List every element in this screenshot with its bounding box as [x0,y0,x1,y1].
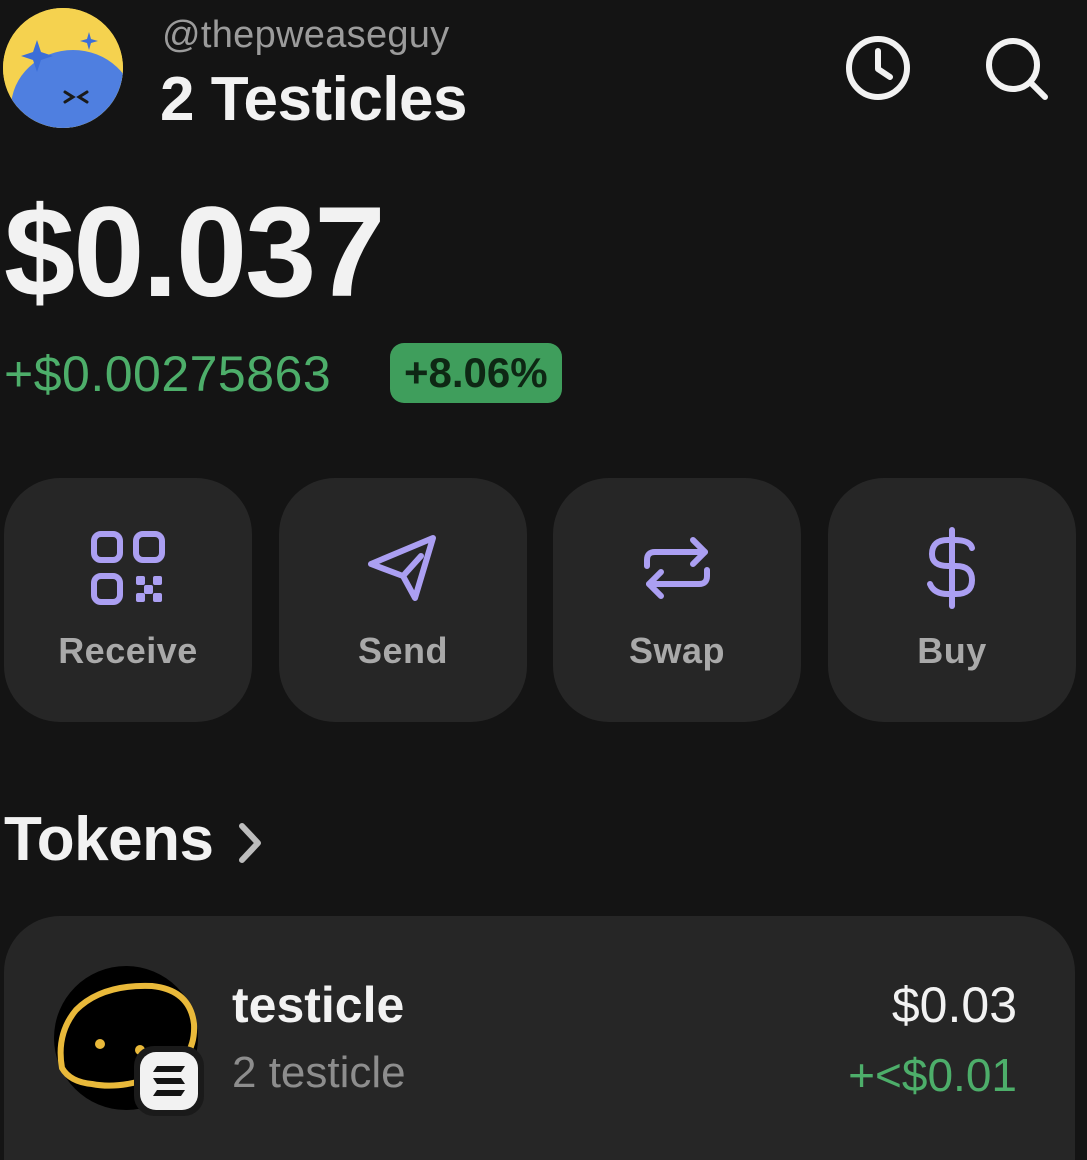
send-icon [279,528,527,608]
buy-label: Buy [917,630,987,671]
balance-change-percent-badge: +8.06% [390,343,562,403]
token-name: testicle [232,977,405,1033]
receive-button[interactable]: Receive [4,478,252,722]
avatar-icon[interactable] [3,8,123,128]
send-button[interactable]: Send [279,478,527,722]
send-label: Send [357,630,448,671]
account-name[interactable]: 2 Testicles [160,64,467,135]
tokens-section-title[interactable]: Tokens [4,804,214,875]
solana-icon [134,1046,204,1116]
clock-icon[interactable] [842,32,914,104]
search-icon[interactable] [980,32,1052,104]
token-amount: 2 testicle [232,1048,406,1097]
action-bar: Receive Send Swap Buy [0,478,1087,724]
token-value: $0.03 [891,977,1017,1033]
chevron-right-icon[interactable] [236,820,266,866]
buy-button[interactable]: Buy [828,478,1076,722]
header: @thepweaseguy 2 Testicles [0,0,1087,140]
qr-code-icon [4,528,252,608]
dollar-icon [828,527,1076,609]
balance-change-amount: +$0.00275863 [4,346,332,402]
token-row[interactable]: testicle 2 testicle $0.03 +<$0.01 [4,916,1075,1160]
receive-label: Receive [58,630,198,671]
token-change: +<$0.01 [848,1049,1017,1101]
swap-button[interactable]: Swap [553,478,801,722]
account-handle: @thepweaseguy [162,14,450,56]
swap-label: Swap [628,630,726,671]
wallet-home: @thepweaseguy 2 Testicles $0.037 +$0.002… [0,0,1087,1160]
swap-icon [553,528,801,608]
total-balance: $0.037 [4,181,385,324]
